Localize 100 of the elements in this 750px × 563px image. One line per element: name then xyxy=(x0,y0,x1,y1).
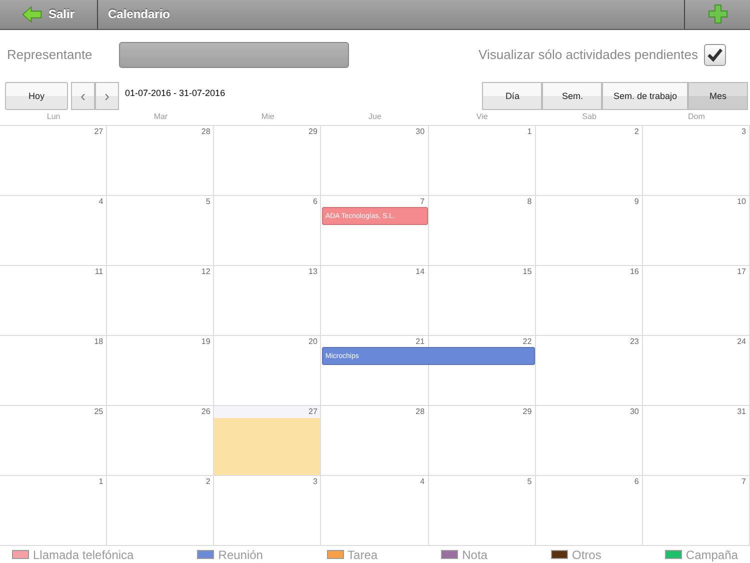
legend-label: Campaña xyxy=(686,548,738,562)
day-cell[interactable]: 2 xyxy=(536,126,643,196)
day-cell[interactable]: 7 xyxy=(642,476,750,546)
day-cell[interactable]: 8 xyxy=(428,196,536,266)
day-number: 28 xyxy=(414,406,426,418)
legend-label: Llamada telefónica xyxy=(33,548,134,562)
legend-label: Reunión xyxy=(218,548,263,562)
day-number: 8 xyxy=(526,196,533,208)
day-cell[interactable]: 17 xyxy=(642,266,750,336)
day-cell[interactable]: 23 xyxy=(536,336,643,406)
day-cell[interactable]: 1 xyxy=(428,126,536,196)
day-number: 19 xyxy=(200,336,212,348)
day-cell[interactable]: 20 xyxy=(214,336,322,406)
day-cell[interactable]: 29 xyxy=(428,406,536,476)
representative-label: Representante xyxy=(7,47,94,62)
day-number: 10 xyxy=(736,196,747,208)
date-range: 01-07-2016 - 31-07-2016 xyxy=(125,88,226,98)
day-number: 4 xyxy=(419,476,426,488)
plus-icon xyxy=(708,4,728,24)
weekday-label: Lun xyxy=(46,112,62,124)
legend-label: Tarea xyxy=(348,548,378,562)
day-cell[interactable]: 30 xyxy=(536,406,643,476)
day-cell[interactable]: 15 xyxy=(428,266,536,336)
weekday-label: Vie xyxy=(475,112,489,124)
day-cell[interactable]: 14 xyxy=(321,266,429,336)
day-cell[interactable]: 30 xyxy=(321,126,429,196)
pending-checkbox[interactable] xyxy=(704,44,726,66)
day-number: 6 xyxy=(312,196,318,208)
day-cell[interactable]: 5 xyxy=(107,196,214,266)
today-button[interactable]: Hoy xyxy=(5,82,68,110)
calendar-event[interactable] xyxy=(428,347,535,366)
view-tab[interactable]: Sem. de trabajo xyxy=(602,82,688,110)
day-number: 22 xyxy=(522,336,533,348)
arrow-left-icon xyxy=(22,6,42,23)
day-cell[interactable]: 3 xyxy=(642,126,750,196)
day-number: 28 xyxy=(200,126,212,138)
day-cell[interactable]: 25 xyxy=(0,406,108,476)
day-number: 3 xyxy=(312,476,318,488)
day-cell[interactable]: 6 xyxy=(214,196,322,266)
day-cell[interactable]: 27 xyxy=(0,126,108,196)
day-number: 15 xyxy=(522,266,533,278)
legend-label: Nota xyxy=(462,548,488,562)
day-cell[interactable]: 28 xyxy=(321,406,429,476)
weekday-label: Sab xyxy=(581,112,598,124)
day-cell[interactable]: 4 xyxy=(0,196,108,266)
previous-button[interactable]: ‹ xyxy=(71,82,95,110)
day-number: 25 xyxy=(93,406,104,418)
day-cell[interactable]: 2 xyxy=(107,476,214,546)
view-tab[interactable]: Sem. xyxy=(542,82,602,110)
day-number: 18 xyxy=(93,336,104,348)
day-cell[interactable]: 27 xyxy=(214,406,322,476)
representative-field[interactable] xyxy=(119,42,349,68)
day-number: 1 xyxy=(98,476,104,488)
weekday-label: Mie xyxy=(260,112,276,124)
day-number: 6 xyxy=(633,476,640,488)
day-cell[interactable]: 9 xyxy=(536,196,643,266)
day-cell[interactable]: 4 xyxy=(321,476,429,546)
day-number: 7 xyxy=(419,196,426,208)
day-number: 1 xyxy=(526,126,533,138)
day-number: 17 xyxy=(736,266,747,278)
day-number: 2 xyxy=(633,126,640,138)
pending-label: Visualizar sólo actividades pendientes xyxy=(478,47,698,62)
window-title: Calendario xyxy=(107,6,172,24)
day-number: 30 xyxy=(628,406,640,418)
day-cell[interactable]: 19 xyxy=(107,336,214,406)
day-cell[interactable]: 16 xyxy=(536,266,643,336)
day-cell[interactable]: 11 xyxy=(0,266,108,336)
day-cell[interactable]: 28 xyxy=(107,126,214,196)
weekday-label: Mar xyxy=(152,112,169,124)
day-cell[interactable]: 29 xyxy=(214,126,322,196)
day-cell[interactable]: 13 xyxy=(214,266,322,336)
day-number: 4 xyxy=(98,196,104,208)
legend-label: Otros xyxy=(572,548,602,562)
day-number: 31 xyxy=(736,406,747,418)
day-cell[interactable]: 1 xyxy=(0,476,108,546)
view-tab[interactable]: Mes xyxy=(688,82,748,110)
weekday-label: Dom xyxy=(686,112,706,124)
day-number: 23 xyxy=(628,336,640,348)
day-number: 3 xyxy=(740,126,747,138)
next-button[interactable]: › xyxy=(95,82,119,110)
day-number: 27 xyxy=(93,126,104,138)
day-number: 2 xyxy=(204,476,212,488)
day-number: 29 xyxy=(522,406,533,418)
day-number: 24 xyxy=(736,336,747,348)
day-number: 21 xyxy=(414,336,426,348)
day-cell[interactable]: 3 xyxy=(214,476,322,546)
view-tab[interactable]: Día xyxy=(482,82,542,110)
day-cell[interactable]: 12 xyxy=(107,266,214,336)
day-number: 14 xyxy=(414,266,426,278)
day-cell[interactable]: 24 xyxy=(642,336,750,406)
day-cell[interactable]: 31 xyxy=(642,406,750,476)
day-number: 20 xyxy=(308,336,318,348)
day-cell[interactable]: 18 xyxy=(0,336,108,406)
day-cell[interactable]: 5 xyxy=(428,476,536,546)
day-cell[interactable]: 10 xyxy=(642,196,750,266)
day-number: 9 xyxy=(633,196,640,208)
day-number: 5 xyxy=(526,476,533,488)
day-number: 30 xyxy=(414,126,426,138)
day-cell[interactable]: 6 xyxy=(536,476,643,546)
weekday-label: Jue xyxy=(368,112,382,124)
